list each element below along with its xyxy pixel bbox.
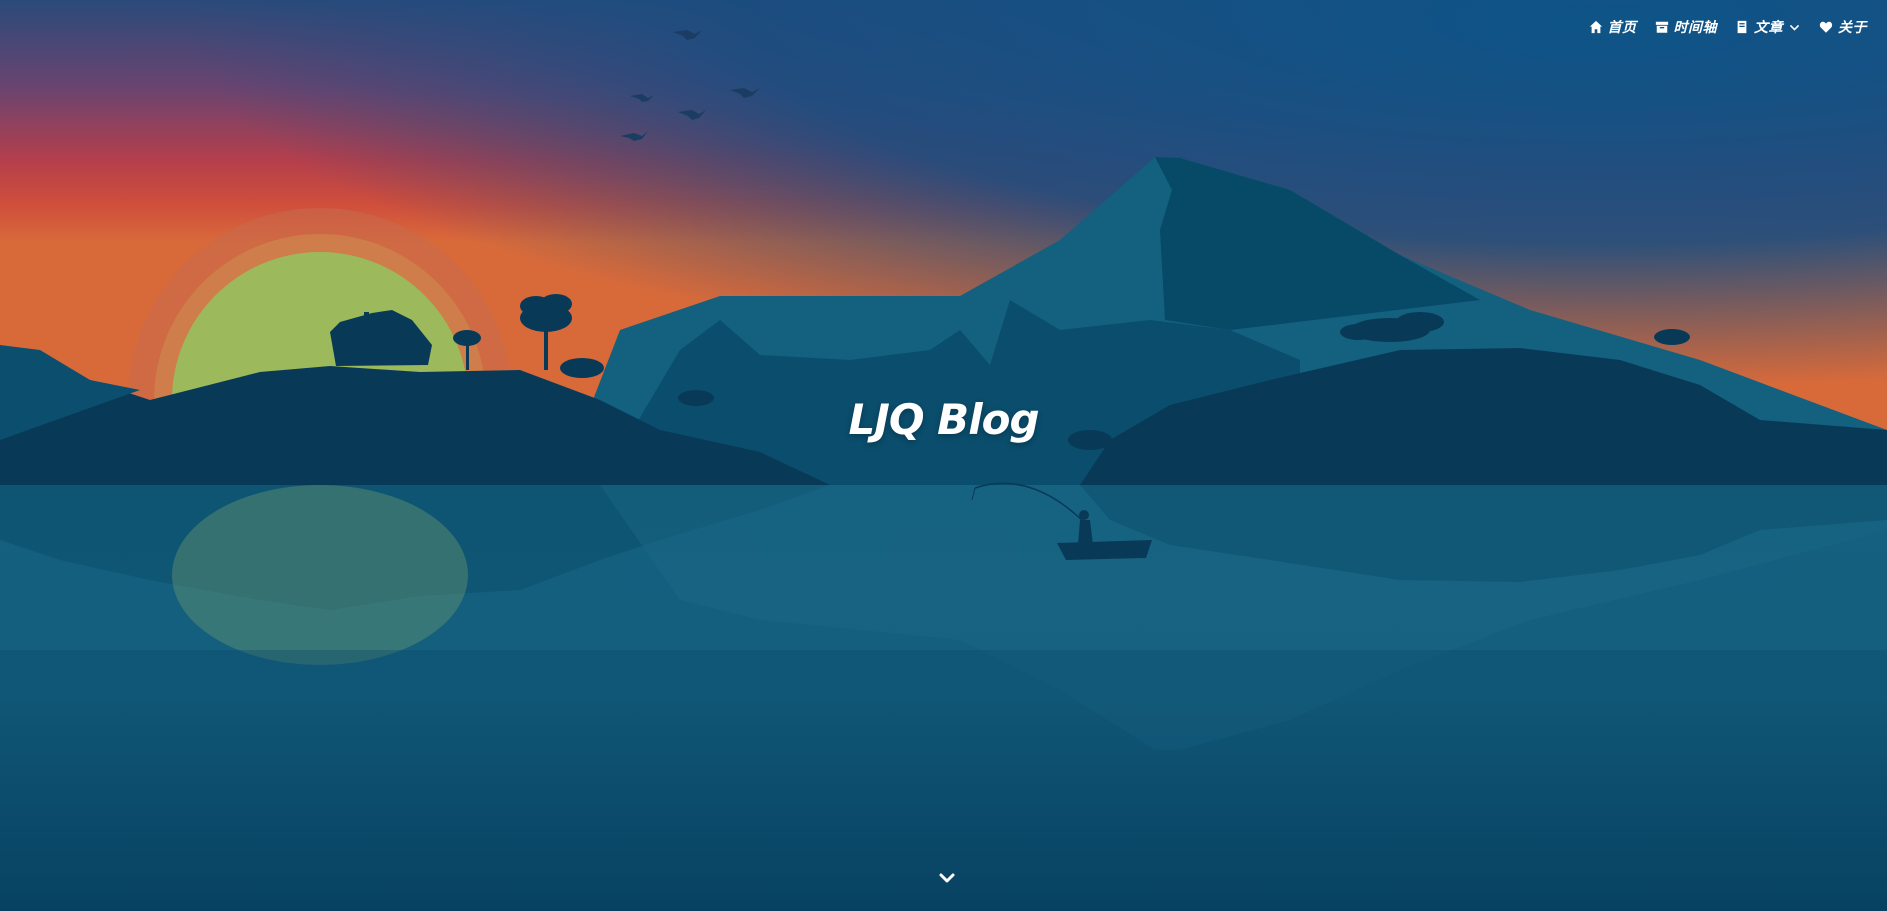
chevron-down-icon xyxy=(939,873,955,883)
heart-icon xyxy=(1819,21,1833,33)
book-icon xyxy=(1737,20,1747,34)
nav-item-timeline-label: 时间轴 xyxy=(1673,20,1717,36)
nav-item-home[interactable]: 首页 xyxy=(1589,17,1637,37)
main-navigation: 首页 时间轴 文章 关于 xyxy=(1589,17,1868,37)
hero-banner: 首页 时间轴 文章 关于 LJQ Blog xyxy=(0,0,1887,911)
home-icon xyxy=(1589,20,1602,34)
archive-icon xyxy=(1655,21,1668,33)
site-title[interactable]: LJQ Blog xyxy=(0,395,1887,444)
sunset-landscape-illustration xyxy=(0,0,1887,911)
nav-item-articles-label: 文章 xyxy=(1754,20,1783,36)
nav-item-timeline[interactable]: 时间轴 xyxy=(1655,17,1718,37)
nav-item-home-label: 首页 xyxy=(1607,20,1637,36)
chevron-down-icon xyxy=(1789,24,1800,31)
nav-item-about-label: 关于 xyxy=(1838,20,1867,36)
nav-item-articles[interactable]: 文章 xyxy=(1735,17,1801,37)
nav-item-about[interactable]: 关于 xyxy=(1819,17,1867,37)
scroll-down-button[interactable] xyxy=(935,868,959,888)
